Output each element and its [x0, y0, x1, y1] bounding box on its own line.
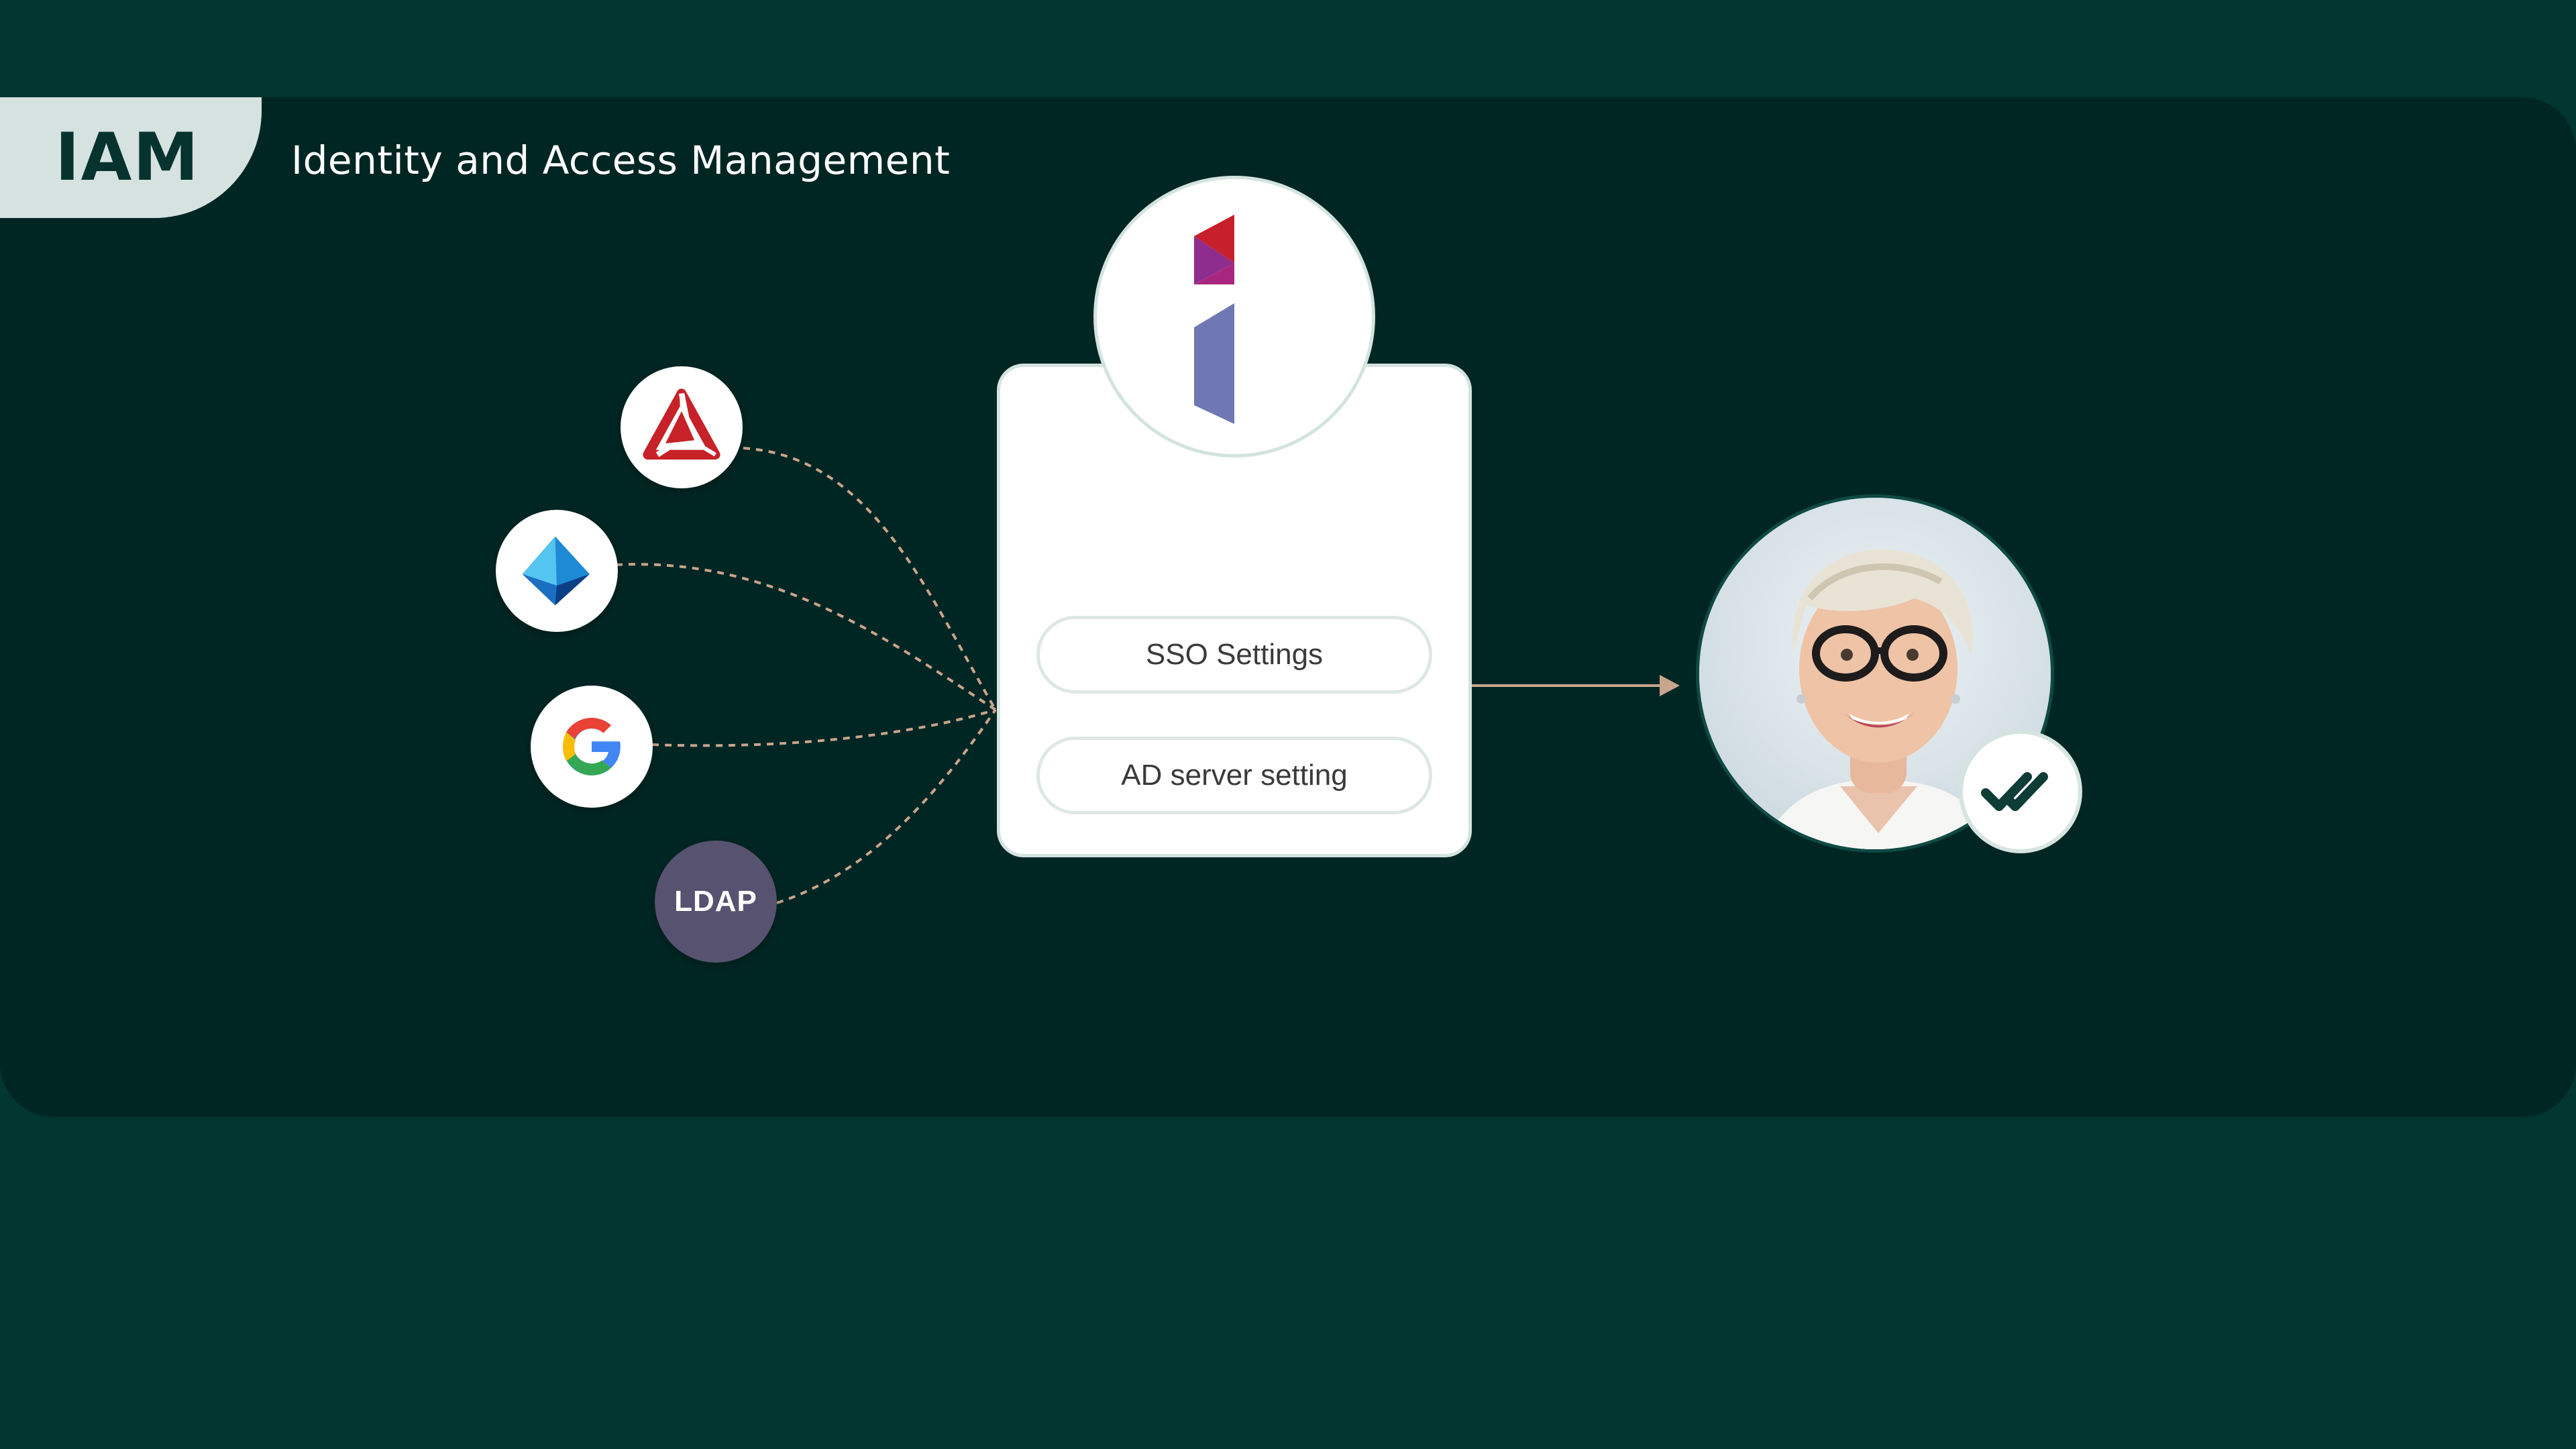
- brand-i-logo-icon: [1194, 215, 1234, 424]
- red-triangle-logo[interactable]: [621, 366, 743, 488]
- connector-google: [651, 708, 996, 747]
- verified-badge: [1959, 730, 2082, 853]
- ldap-node[interactable]: LDAP: [655, 841, 777, 963]
- google-g-icon: [563, 718, 621, 775]
- sso-settings-button[interactable]: SSO Settings: [1036, 616, 1432, 694]
- ldap-label: LDAP: [674, 885, 757, 918]
- ad-server-setting-button[interactable]: AD server setting: [1036, 737, 1432, 814]
- connector-ldap: [776, 708, 997, 904]
- double-check-icon: [1981, 772, 2048, 811]
- brand-logo-circle: [1093, 176, 1375, 458]
- connector-azure: [615, 563, 997, 711]
- azure-ad-logo[interactable]: [496, 510, 618, 632]
- red-triangle-icon: [643, 388, 720, 460]
- arrow-head: [1660, 675, 1680, 696]
- connector-red-logo: [743, 447, 997, 711]
- azure-diamond-icon: [522, 536, 590, 606]
- google-logo[interactable]: [531, 686, 653, 808]
